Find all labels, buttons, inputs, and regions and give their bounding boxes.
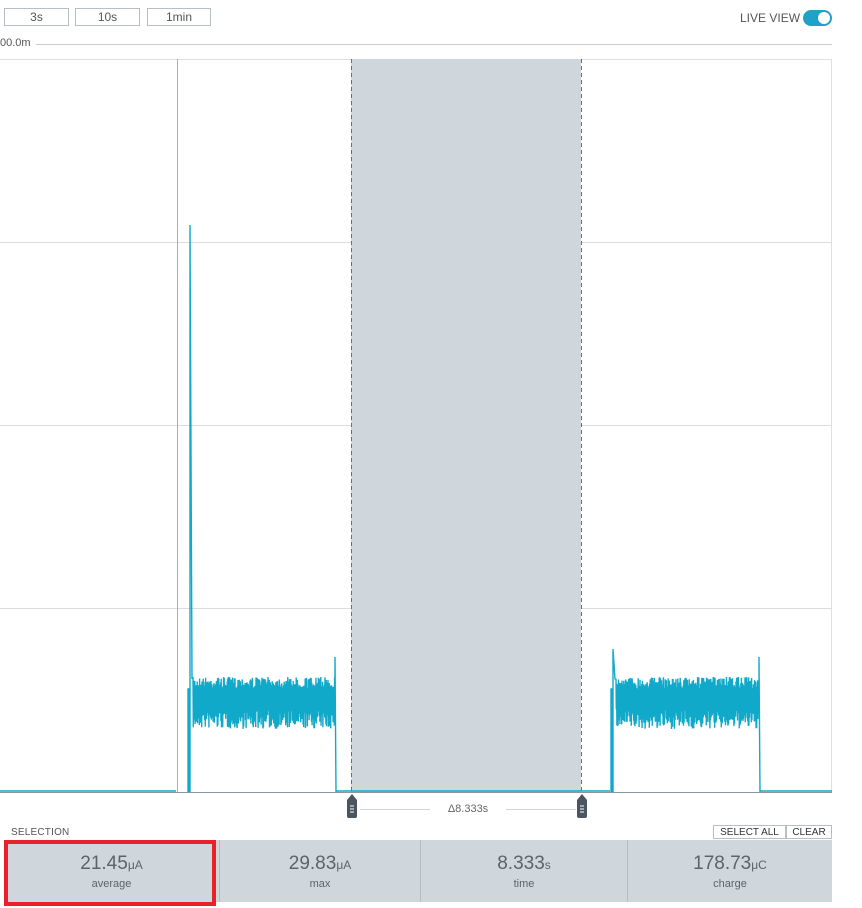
stat-label: max (309, 877, 331, 890)
window-1min-button[interactable]: 1min (147, 8, 211, 26)
selection-left-handle[interactable] (346, 794, 358, 818)
stat-unit: s (544, 857, 551, 872)
selection-label: SELECTION (11, 827, 70, 838)
stat-unit: μA (336, 857, 352, 872)
selection-stats: 21.45μA average 29.83μA max 8.333s time … (4, 840, 832, 902)
stat-average-value: 21.45μA (80, 853, 142, 875)
select-all-button[interactable]: SELECT ALL (713, 825, 786, 839)
live-view-label: LIVE VIEW (740, 11, 801, 25)
live-view-toggle[interactable] (803, 10, 832, 26)
stat-value: 29.83 (288, 852, 337, 874)
stat-time-value: 8.333s (497, 853, 551, 875)
current-trace-burst-2 (610, 648, 761, 793)
stat-label: average (91, 877, 132, 890)
delta-line-left (360, 809, 430, 810)
clear-button[interactable]: CLEAR (786, 825, 832, 839)
stat-label: charge (713, 877, 747, 890)
stat-unit: μC (751, 857, 767, 872)
stat-value: 178.73 (693, 852, 752, 874)
selection-right-handle[interactable] (576, 794, 588, 818)
time-ruler-label: 00.0m (0, 37, 31, 49)
plot-svg[interactable] (0, 59, 832, 793)
window-10s-button[interactable]: 10s (75, 8, 140, 26)
stat-max: 29.83μA max (220, 840, 421, 902)
stat-value: 8.333 (497, 852, 545, 874)
window-3s-button[interactable]: 3s (4, 8, 69, 26)
stat-charge-value: 178.73μC (693, 853, 767, 875)
delta-line-right (506, 809, 576, 810)
time-ruler-line (36, 44, 832, 45)
stat-label: time (513, 877, 535, 890)
stat-charge: 178.73μC charge (628, 840, 832, 902)
stat-time: 8.333s time (421, 840, 628, 902)
toggle-knob (818, 12, 830, 24)
stat-value: 21.45 (80, 852, 128, 874)
selection-delta-label: Δ8.333s (447, 803, 489, 815)
current-trace-burst-1 (187, 224, 337, 793)
stat-max-value: 29.83μA (289, 853, 351, 875)
current-plot[interactable] (0, 59, 832, 793)
stat-average: 21.45μA average (4, 840, 220, 902)
selection-region[interactable] (351, 59, 581, 793)
stat-unit: μA (127, 857, 143, 872)
